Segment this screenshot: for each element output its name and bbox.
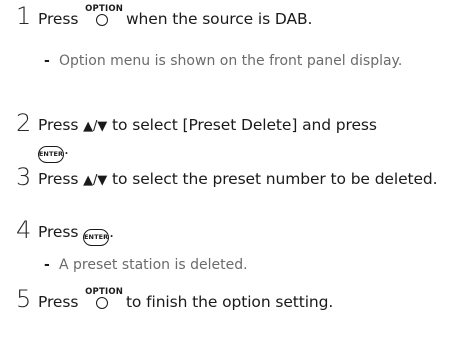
enter-button-icon: ENTER bbox=[83, 229, 110, 246]
enter-button-icon: ENTER bbox=[38, 146, 64, 163]
step-text: Press ▲/▼ to select [Preset Delete] and … bbox=[38, 114, 377, 163]
step-number: 2 bbox=[16, 109, 32, 137]
note-text: A preset station is deleted. bbox=[59, 257, 248, 273]
option-button-icon: OPTION bbox=[85, 4, 123, 26]
step-text: Press ENTER. bbox=[38, 221, 114, 246]
step-3: 3 Press ▲/▼ to select the preset number … bbox=[16, 164, 460, 192]
step-number: 1 bbox=[16, 2, 32, 30]
option-button-icon: OPTION bbox=[85, 287, 123, 309]
step-4: 4 Press ENTER. bbox=[16, 217, 460, 246]
bullet-dash: - bbox=[44, 257, 50, 273]
step-number: 5 bbox=[16, 285, 32, 313]
note-text: Option menu is shown on the front panel … bbox=[59, 53, 403, 69]
step-1: 1 Press OPTION when the source is DAB. bbox=[16, 3, 460, 31]
step-text: Press ▲/▼ to select the preset number to… bbox=[38, 170, 438, 188]
step-text: Press OPTION to finish the option settin… bbox=[38, 287, 334, 311]
step-number: 4 bbox=[16, 216, 32, 244]
step-number: 3 bbox=[16, 163, 32, 191]
instruction-page: 1 Press OPTION when the source is DAB. -… bbox=[0, 0, 468, 338]
step-5: 5 Press OPTION to finish the option sett… bbox=[16, 286, 460, 314]
up-down-arrow-icon: ▲/▼ bbox=[83, 119, 108, 134]
step-2: 2 Press ▲/▼ to select [Preset Delete] an… bbox=[16, 110, 460, 163]
bullet-dash: - bbox=[44, 53, 50, 69]
up-down-arrow-icon: ▲/▼ bbox=[83, 173, 108, 188]
step-text: Press OPTION when the source is DAB. bbox=[38, 4, 313, 28]
step-4-note: - A preset station is deleted. bbox=[44, 255, 428, 276]
step-1-note: - Option menu is shown on the front pane… bbox=[44, 51, 428, 72]
